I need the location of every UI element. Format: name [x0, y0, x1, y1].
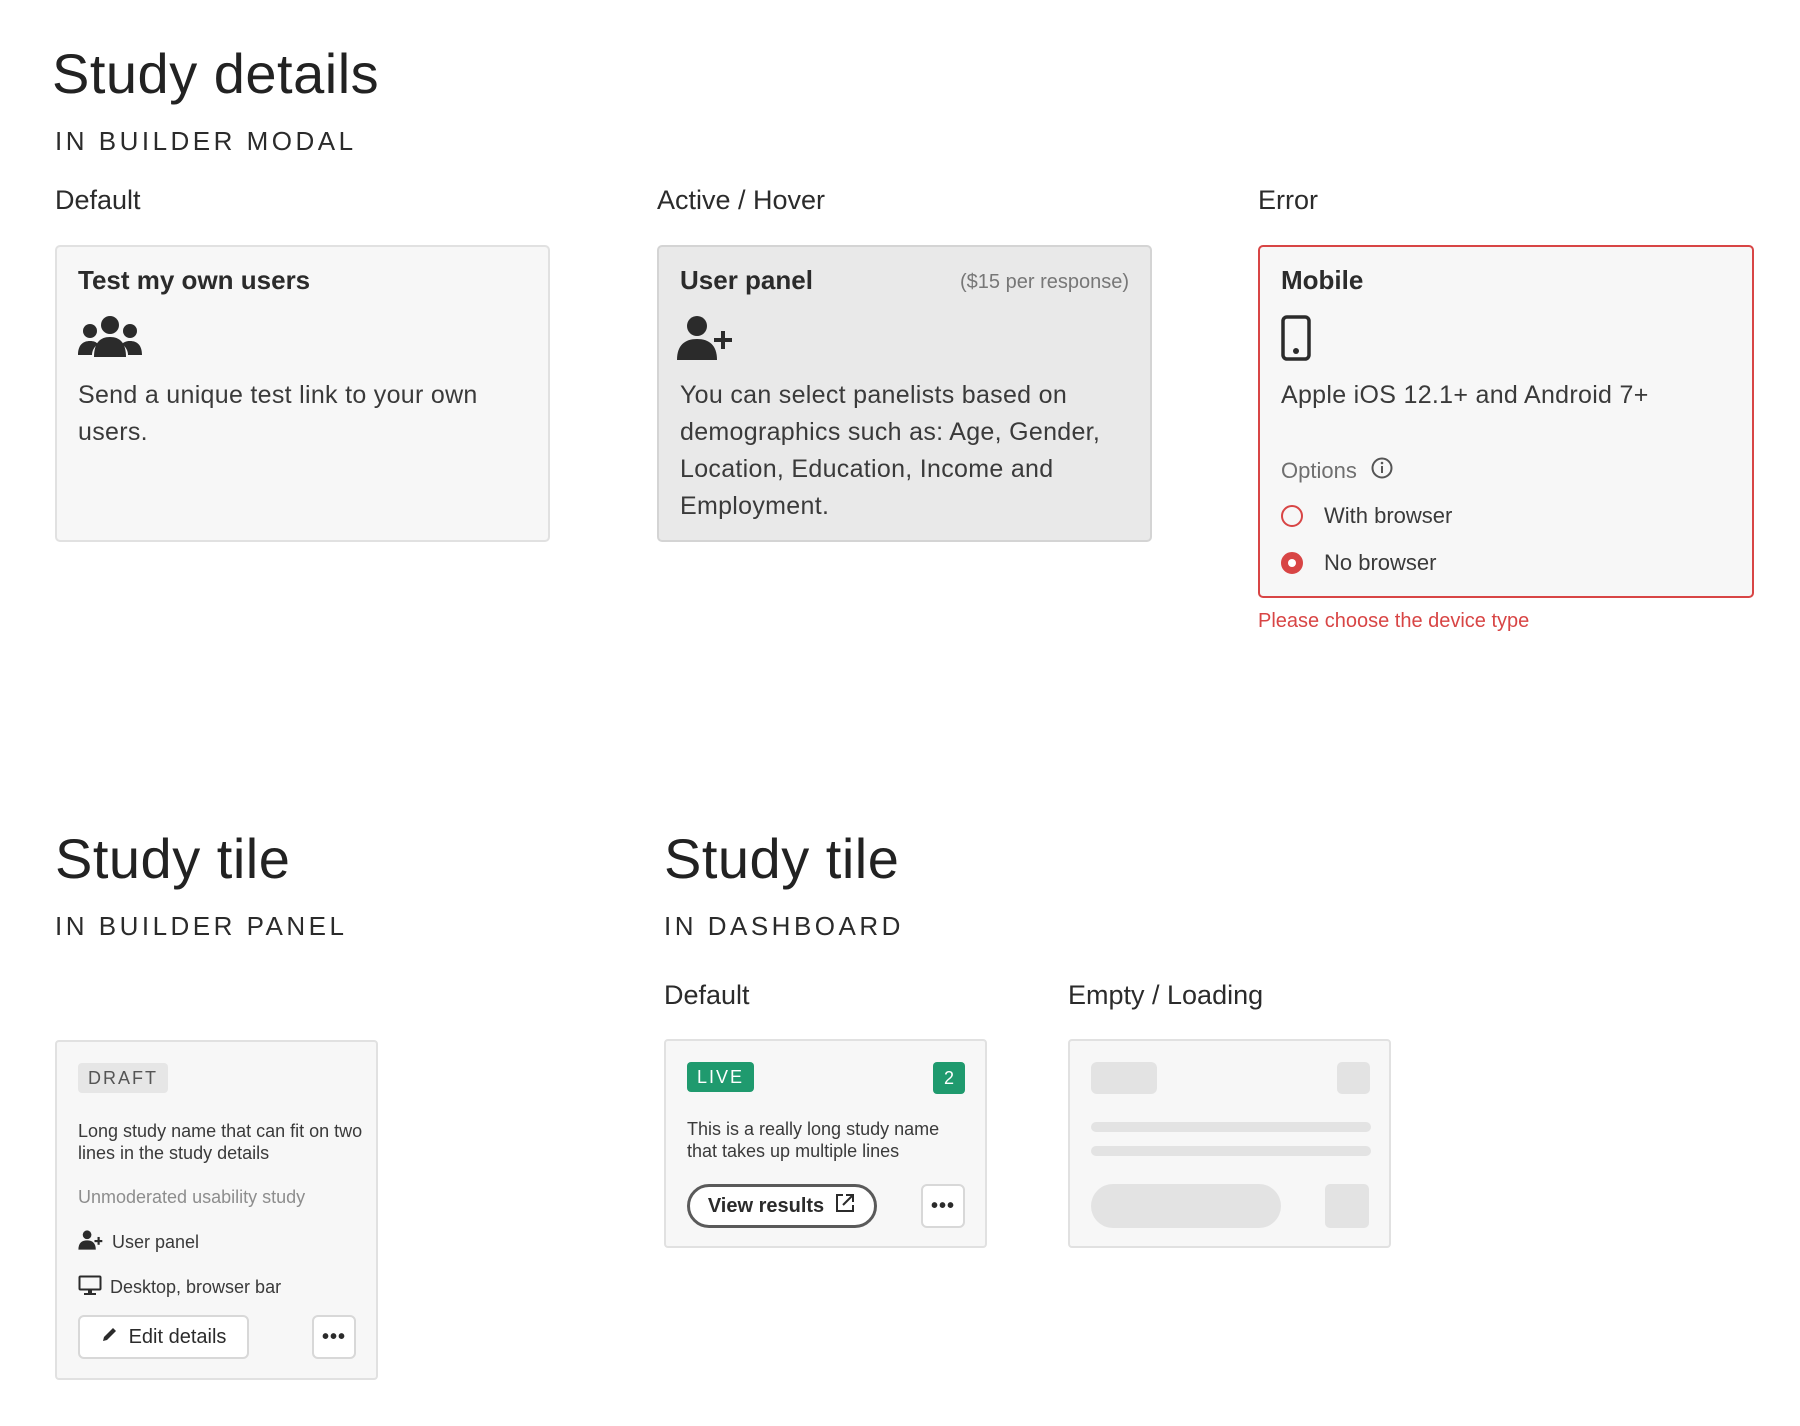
study-tile-dashboard[interactable]: LIVE 2 This is a really long study name …	[664, 1039, 987, 1248]
radio-option-no-browser[interactable]: No browser	[1281, 550, 1436, 576]
button-label: Edit details	[128, 1325, 227, 1348]
skeleton-count	[1337, 1062, 1370, 1094]
section-title-study-tile-builder: Study tile	[55, 827, 291, 890]
card-title: User panel	[680, 265, 813, 295]
error-message: Please choose the device type	[1258, 610, 1530, 632]
more-actions-button[interactable]: •••	[312, 1315, 356, 1359]
study-tile-skeleton	[1068, 1039, 1391, 1248]
card-title: Mobile	[1281, 265, 1364, 295]
skeleton-button	[1091, 1184, 1281, 1228]
mobile-phone-icon	[1281, 315, 1311, 366]
skeleton-badge	[1091, 1062, 1157, 1094]
device-meta: Desktop, browser bar	[78, 1275, 281, 1300]
device-option-mobile[interactable]: Mobile Apple iOS 12.1+ and Android 7+ Op…	[1258, 245, 1754, 598]
price-per-response: ($15 per response)	[960, 271, 1129, 293]
state-label-default: Default	[664, 980, 750, 1010]
more-actions-button[interactable]: •••	[921, 1184, 965, 1228]
external-link-icon	[834, 1192, 856, 1220]
recruit-option-own-users[interactable]: Test my own users Send a unique test lin…	[55, 245, 550, 542]
skeleton-more-button	[1325, 1184, 1369, 1228]
study-type: Unmoderated usability study	[78, 1187, 306, 1207]
radio-label: No browser	[1324, 550, 1437, 575]
radio-label: With browser	[1324, 503, 1453, 528]
options-label: Options	[1281, 458, 1357, 483]
desktop-icon	[78, 1275, 102, 1300]
more-icon: •••	[321, 1325, 346, 1348]
section-subtitle-dashboard: IN DASHBOARD	[664, 911, 904, 941]
section-subtitle-builder-modal: IN BUILDER MODAL	[55, 126, 357, 156]
study-name: This is a really long study name that ta…	[687, 1119, 940, 1161]
recruitment-label: User panel	[112, 1232, 200, 1252]
status-badge-draft: DRAFT	[78, 1063, 168, 1093]
info-icon[interactable]	[1371, 457, 1393, 485]
section-subtitle-builder-panel: IN BUILDER PANEL	[55, 911, 348, 941]
button-label: View results	[707, 1194, 825, 1217]
skeleton-line	[1091, 1146, 1371, 1156]
study-name: Long study name that can fit on two line…	[78, 1121, 363, 1163]
user-plus-icon	[677, 315, 735, 366]
state-label-empty-loading: Empty / Loading	[1068, 980, 1264, 1010]
card-description: Send a unique test link to your own user…	[78, 381, 478, 446]
recruitment-meta: User panel	[78, 1230, 199, 1255]
view-results-button[interactable]: View results	[687, 1184, 877, 1228]
card-description: You can select panelists based on demogr…	[680, 381, 1101, 520]
radio-button-selected[interactable]	[1281, 552, 1303, 574]
section-title-study-tile-dashboard: Study tile	[664, 827, 900, 890]
state-label-active: Active / Hover	[657, 185, 826, 215]
status-badge-live: LIVE	[687, 1062, 755, 1092]
options-header: Options	[1281, 457, 1393, 485]
state-label-default: Default	[55, 185, 141, 215]
more-icon: •••	[930, 1194, 955, 1217]
user-plus-icon	[78, 1230, 104, 1255]
response-count-badge: 2	[933, 1062, 965, 1094]
card-description: Apple iOS 12.1+ and Android 7+	[1281, 381, 1649, 409]
card-title: Test my own users	[78, 265, 311, 295]
radio-button[interactable]	[1281, 505, 1303, 527]
skeleton-line	[1091, 1122, 1371, 1132]
radio-option-with-browser[interactable]: With browser	[1281, 503, 1452, 529]
recruit-option-user-panel[interactable]: User panel ($15 per response) You can se…	[657, 245, 1152, 542]
edit-details-button[interactable]: Edit details	[78, 1315, 249, 1359]
section-title-study-details: Study details	[52, 42, 380, 105]
study-tile-builder[interactable]: DRAFT Long study name that can fit on tw…	[55, 1040, 378, 1380]
device-label: Desktop, browser bar	[110, 1277, 282, 1297]
users-group-icon	[78, 315, 142, 364]
pencil-icon	[101, 1325, 119, 1349]
state-label-error: Error	[1258, 185, 1318, 215]
